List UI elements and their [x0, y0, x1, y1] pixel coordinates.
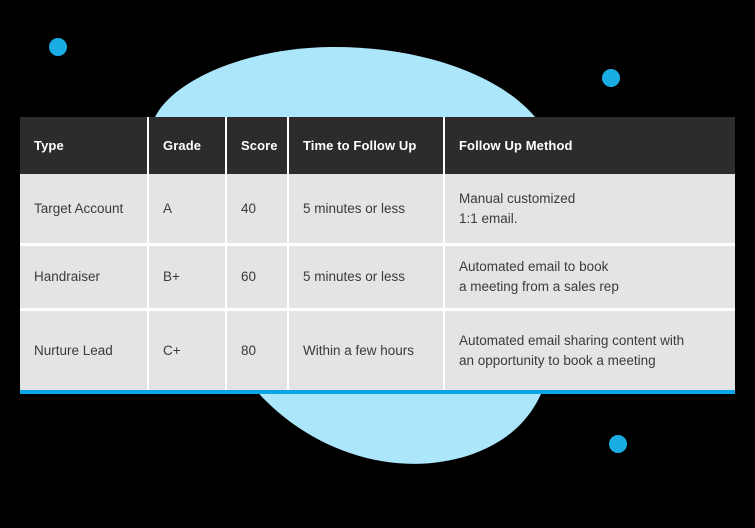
cell-method: Automated email sharing content with an … — [444, 309, 735, 390]
table-row: Handraiser B+ 60 5 minutes or less Autom… — [20, 244, 735, 311]
column-header-grade[interactable]: Grade — [148, 117, 227, 174]
screenshot-canvas: Type Grade Score Time to Follow Up Follo… — [0, 0, 755, 528]
cell-method-line-2: 1:1 email. — [459, 210, 518, 226]
cell-method-line-2: an opportunity to book a meeting — [459, 352, 656, 368]
lead-grading-table-container: Type Grade Score Time to Follow Up Follo… — [20, 117, 735, 394]
cell-time: 5 minutes or less — [288, 174, 445, 246]
table-row: Nurture Lead C+ 80 Within a few hours Au… — [20, 309, 735, 390]
lead-grading-table: Type Grade Score Time to Follow Up Follo… — [20, 117, 735, 390]
table-header-row: Type Grade Score Time to Follow Up Follo… — [20, 117, 735, 174]
cell-grade: C+ — [148, 309, 227, 390]
column-header-type[interactable]: Type — [20, 117, 149, 174]
cell-score: 40 — [226, 174, 289, 246]
cell-method-line-1: Automated email sharing content with — [459, 332, 685, 348]
cell-score: 80 — [226, 309, 289, 390]
cell-score: 60 — [226, 244, 289, 311]
column-header-time[interactable]: Time to Follow Up — [288, 117, 445, 174]
cell-type: Target Account — [20, 174, 149, 246]
cell-method: Automated email to book a meeting from a… — [444, 244, 735, 311]
dot-top-right-icon — [602, 69, 620, 87]
cell-type: Nurture Lead — [20, 309, 149, 390]
dot-top-left-icon — [49, 38, 67, 56]
cell-type: Handraiser — [20, 244, 149, 311]
cell-time: 5 minutes or less — [288, 244, 445, 311]
table-header: Type Grade Score Time to Follow Up Follo… — [20, 117, 735, 174]
cell-method: Manual customized 1:1 email. — [444, 174, 735, 246]
table-body: Target Account A 40 5 minutes or less Ma… — [20, 174, 735, 390]
table-row: Target Account A 40 5 minutes or less Ma… — [20, 174, 735, 246]
cell-method-line-2: a meeting from a sales rep — [459, 279, 619, 294]
cell-grade: B+ — [148, 244, 227, 311]
cell-method-line-1: Manual customized — [459, 190, 576, 206]
cell-method-line-1: Automated email to book — [459, 259, 609, 274]
column-header-method[interactable]: Follow Up Method — [444, 117, 735, 174]
cell-time: Within a few hours — [288, 309, 445, 390]
cell-grade: A — [148, 174, 227, 246]
table-accent-bar — [20, 390, 735, 394]
column-header-score[interactable]: Score — [226, 117, 289, 174]
dot-bottom-right-icon — [609, 435, 627, 453]
